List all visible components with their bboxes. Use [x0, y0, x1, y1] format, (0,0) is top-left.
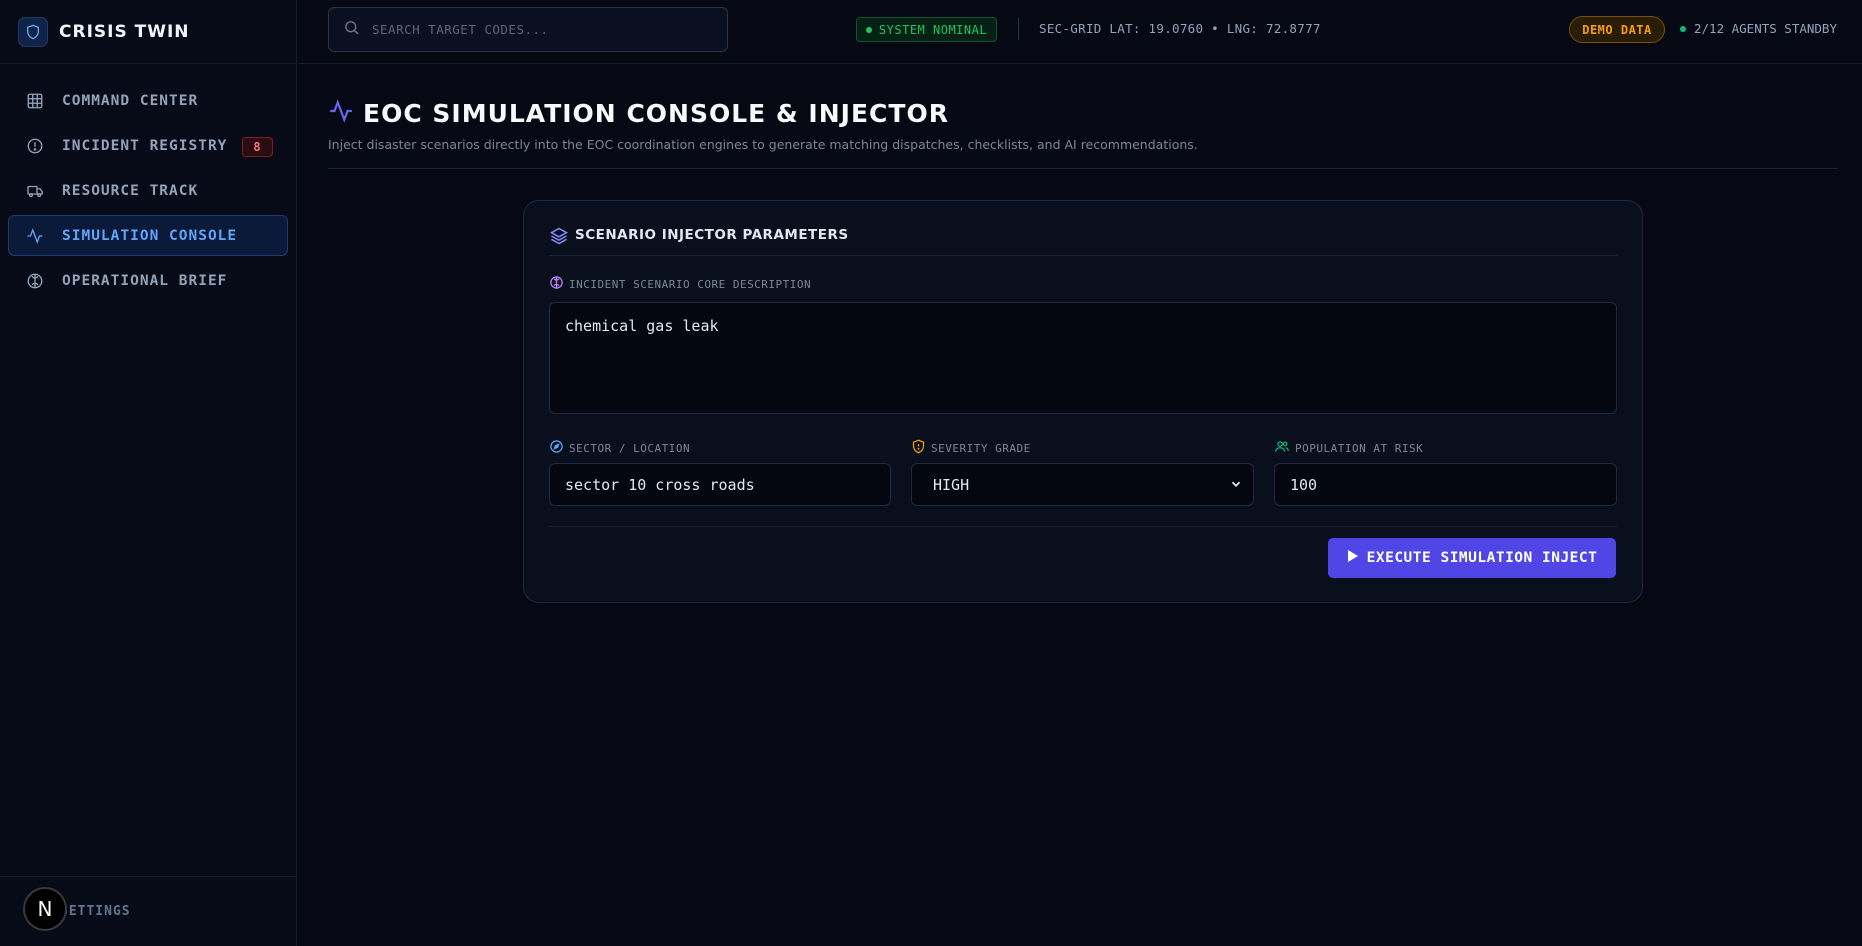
users-icon: [1274, 439, 1290, 457]
severity-label-text: SEVERITY GRADE: [931, 441, 1031, 455]
system-status-badge: SYSTEM NOMINAL: [856, 17, 997, 42]
shield-icon: [18, 16, 48, 47]
nextjs-devtools-button[interactable]: N: [23, 887, 67, 931]
search-placeholder: SEARCH TARGET CODES...: [372, 22, 549, 37]
header-divider: [328, 168, 1838, 169]
sidebar-item-command-center[interactable]: COMMAND CENTER: [8, 80, 288, 121]
shield-alert-icon: [911, 439, 926, 457]
brand-name: CRISIS TWIN: [59, 21, 190, 42]
chevron-down-icon: [1229, 477, 1243, 495]
agents-status-text: 2/12 AGENTS STANDBY: [1694, 21, 1837, 36]
search-input[interactable]: SEARCH TARGET CODES...: [328, 7, 728, 52]
status-dot: [865, 26, 872, 33]
population-at-risk-field[interactable]: 100: [1274, 463, 1617, 506]
card-divider: [549, 526, 1617, 527]
grid-coordinates: SEC-GRID LAT: 19.0760 • LNG: 72.8777: [1039, 21, 1321, 36]
activity-icon: [328, 98, 354, 128]
brain-icon: [549, 275, 564, 293]
sidebar: CRISIS TWIN COMMAND CENTER INCIDENT REGI…: [0, 0, 297, 946]
agents-dot: [1680, 25, 1686, 32]
sidebar-nav: COMMAND CENTER INCIDENT REGISTRY 8 RESOU…: [0, 64, 296, 301]
scenario-injector-card: SCENARIO INJECTOR PARAMETERS INCIDENT SC…: [523, 200, 1643, 603]
execute-simulation-button[interactable]: EXECUTE SIMULATION INJECT: [1328, 538, 1616, 578]
brain-icon: [25, 271, 45, 291]
compass-icon: [549, 439, 564, 457]
severity-selected-value: HIGH: [933, 475, 970, 494]
divider: [1018, 18, 1019, 40]
description-label-text: INCIDENT SCENARIO CORE DESCRIPTION: [569, 277, 812, 291]
layers-icon: [549, 226, 569, 250]
brand[interactable]: CRISIS TWIN: [0, 0, 296, 64]
incident-count-badge: 8: [242, 137, 273, 157]
card-title: SCENARIO INJECTOR PARAMETERS: [575, 227, 849, 243]
sector-label: SECTOR / LOCATION: [549, 439, 690, 457]
sidebar-item-label: RESOURCE TRACK: [62, 182, 199, 199]
sidebar-item-simulation-console[interactable]: SIMULATION CONSOLE: [8, 215, 288, 256]
demo-data-badge: DEMO DATA: [1569, 16, 1665, 43]
sidebar-item-label: OPERATIONAL BRIEF: [62, 272, 228, 289]
population-label-text: POPULATION AT RISK: [1295, 441, 1424, 455]
play-icon: [1347, 549, 1359, 567]
grid-icon: [25, 91, 45, 111]
scenario-description-field[interactable]: chemical gas leak: [549, 302, 1617, 414]
page-subtitle: Inject disaster scenarios directly into …: [328, 137, 1198, 152]
alert-circle-icon: [25, 136, 45, 156]
severity-select[interactable]: HIGH: [911, 463, 1254, 506]
page-title: EOC SIMULATION CONSOLE & INJECTOR: [363, 98, 949, 128]
truck-icon: [25, 181, 45, 201]
sidebar-item-label: INCIDENT REGISTRY: [62, 137, 228, 154]
main-content: EOC SIMULATION CONSOLE & INJECTOR Inject…: [328, 95, 1838, 169]
page-header: EOC SIMULATION CONSOLE & INJECTOR: [328, 95, 1838, 131]
settings-link[interactable]: SETTINGS: [60, 904, 131, 919]
sector-label-text: SECTOR / LOCATION: [569, 441, 691, 455]
sidebar-footer: SETTINGS N: [0, 876, 297, 946]
card-header: SCENARIO INJECTOR PARAMETERS: [549, 226, 1617, 256]
description-label: INCIDENT SCENARIO CORE DESCRIPTION: [549, 275, 811, 293]
topbar: SEARCH TARGET CODES... SYSTEM NOMINAL SE…: [298, 0, 1862, 64]
execute-button-label: EXECUTE SIMULATION INJECT: [1366, 550, 1598, 566]
population-label: POPULATION AT RISK: [1274, 439, 1423, 457]
agents-status: 2/12 AGENTS STANDBY: [1680, 21, 1837, 36]
sector-location-field[interactable]: sector 10 cross roads: [549, 463, 891, 506]
activity-icon: [25, 226, 45, 246]
search-icon: [343, 19, 360, 40]
sidebar-item-operational-brief[interactable]: OPERATIONAL BRIEF: [8, 260, 288, 301]
sidebar-item-incident-registry[interactable]: INCIDENT REGISTRY 8: [8, 125, 288, 166]
severity-label: SEVERITY GRADE: [911, 439, 1031, 457]
sidebar-item-label: SIMULATION CONSOLE: [62, 227, 238, 244]
system-status-text: SYSTEM NOMINAL: [878, 22, 988, 37]
sidebar-item-resource-track[interactable]: RESOURCE TRACK: [8, 170, 288, 211]
sidebar-item-label: COMMAND CENTER: [62, 92, 199, 109]
